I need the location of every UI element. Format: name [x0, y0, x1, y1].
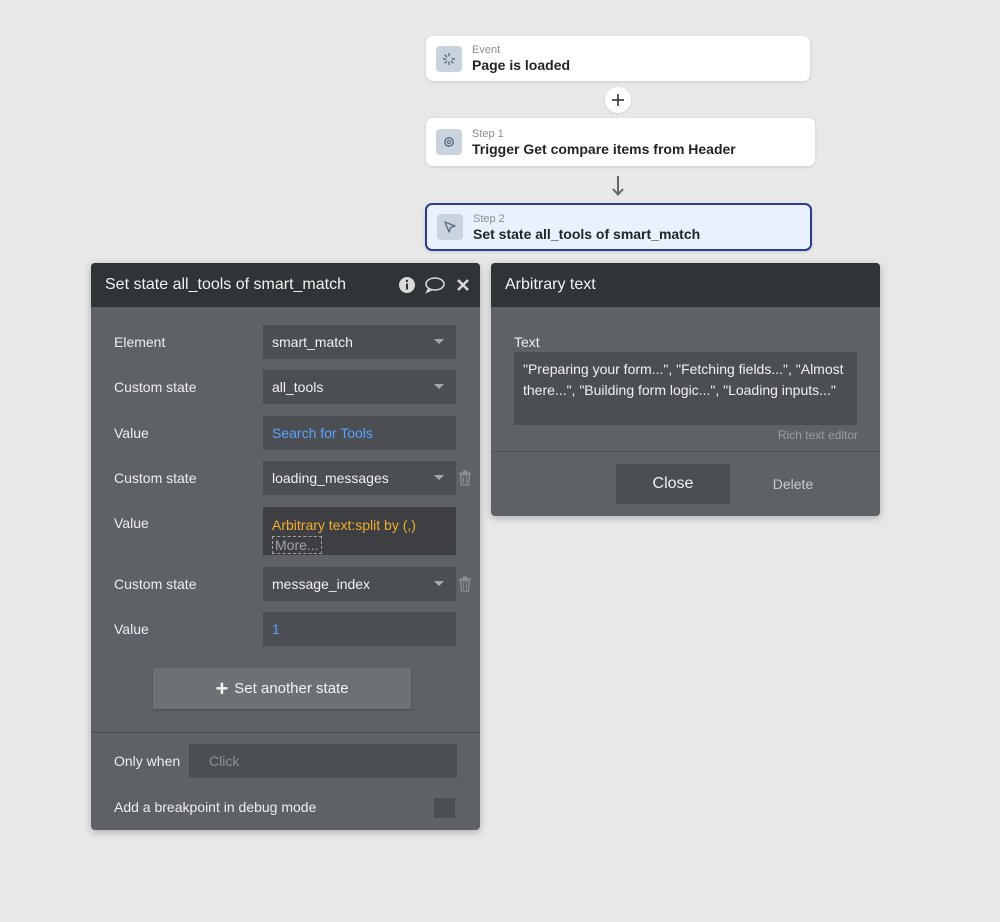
breakpoint-checkbox[interactable] — [434, 798, 455, 818]
text-label: Text — [514, 334, 540, 350]
value-label: Value — [114, 621, 149, 637]
plus-icon: + — [215, 675, 229, 701]
value-row: Value Search for Tools — [91, 416, 480, 450]
spinner-icon — [436, 45, 462, 72]
set-state-panel: Set state all_tools of smart_match Eleme… — [91, 263, 480, 830]
close-button[interactable]: Close — [616, 464, 730, 504]
only-when-label: Only when — [114, 753, 181, 769]
element-label: Element — [114, 334, 166, 350]
custom-state-dropdown[interactable]: message_index — [263, 567, 456, 601]
element-row: Element smart_match — [91, 325, 480, 359]
divider — [491, 451, 880, 452]
only-when-input[interactable]: Click — [189, 744, 457, 778]
divider — [91, 732, 480, 733]
plus-icon — [612, 94, 624, 106]
custom-state-dropdown[interactable]: loading_messages — [263, 461, 456, 495]
set-state-header: Set state all_tools of smart_match — [91, 263, 480, 307]
custom-state-label: Custom state — [114, 470, 197, 486]
arrow-down-icon — [612, 176, 624, 196]
custom-state-value: all_tools — [272, 379, 324, 395]
set-another-state-button[interactable]: + Set another state — [153, 668, 411, 709]
gear-icon — [436, 129, 462, 155]
trash-icon[interactable] — [458, 576, 472, 592]
custom-state-label: Custom state — [114, 576, 197, 592]
panel-title: Set state all_tools of smart_match — [105, 276, 345, 293]
cursor-icon — [437, 214, 463, 240]
more-link[interactable]: More... — [272, 536, 322, 554]
chevron-down-icon — [434, 339, 444, 344]
step1-title: Trigger Get compare items from Header — [472, 140, 736, 157]
step1-card[interactable]: Step 1 Trigger Get compare items from He… — [426, 118, 815, 166]
custom-state-row: Custom state all_tools — [91, 370, 480, 404]
event-title: Page is loaded — [472, 57, 571, 73]
step2-title: Set state all_tools of smart_match — [473, 225, 701, 242]
element-dropdown[interactable]: smart_match — [263, 325, 456, 359]
event-card[interactable]: Event Page is loaded — [426, 36, 810, 81]
custom-state-label: Custom state — [114, 379, 197, 395]
value-field[interactable]: 1 — [263, 612, 456, 646]
arbitrary-text-header: Arbitrary text — [491, 263, 880, 307]
delete-button[interactable]: Delete — [761, 464, 825, 504]
value-row: Value 1 — [91, 612, 480, 646]
event-kicker: Event — [472, 44, 501, 56]
set-another-state-label: Set another state — [234, 680, 349, 697]
value-row: Value Arbitrary text:split by (,) More..… — [91, 507, 480, 555]
add-step-button[interactable] — [605, 87, 631, 113]
rich-text-editor-link[interactable]: Rich text editor — [778, 428, 858, 442]
value-field[interactable]: Search for Tools — [263, 416, 456, 450]
value-expression: 1 — [272, 621, 280, 637]
arbitrary-text-panel: Arbitrary text Text "Preparing your form… — [491, 263, 880, 516]
element-value: smart_match — [272, 334, 353, 350]
breakpoint-label: Add a breakpoint in debug mode — [114, 799, 317, 815]
step2-kicker: Step 2 — [473, 212, 505, 225]
arbitrary-expression[interactable]: Arbitrary text:split by (,) — [272, 517, 416, 533]
arbitrary-text-title: Arbitrary text — [505, 276, 596, 293]
value-expression: Arbitrary text:split by (,) More... — [272, 515, 456, 555]
only-when-placeholder: Click — [209, 753, 240, 769]
custom-state-row: Custom state message_index — [91, 567, 480, 601]
custom-state-row: Custom state loading_messages — [91, 461, 480, 495]
info-icon[interactable] — [396, 274, 418, 296]
value-label: Value — [114, 425, 149, 441]
text-input[interactable]: "Preparing your form...", "Fetching fiel… — [514, 352, 857, 425]
value-field[interactable]: Arbitrary text:split by (,) More... — [263, 507, 456, 555]
step1-kicker: Step 1 — [472, 127, 504, 140]
comment-icon[interactable] — [424, 274, 446, 296]
custom-state-value: message_index — [272, 576, 371, 592]
value-label: Value — [114, 515, 149, 531]
step2-card[interactable]: Step 2 Set state all_tools of smart_matc… — [425, 203, 812, 251]
chevron-down-icon — [434, 475, 444, 480]
chevron-down-icon — [434, 581, 444, 586]
custom-state-value: loading_messages — [272, 470, 389, 486]
trash-icon[interactable] — [458, 470, 472, 486]
close-icon[interactable] — [452, 274, 474, 296]
chevron-down-icon — [434, 384, 444, 389]
value-expression: Search for Tools — [272, 425, 373, 441]
custom-state-dropdown[interactable]: all_tools — [263, 370, 456, 404]
